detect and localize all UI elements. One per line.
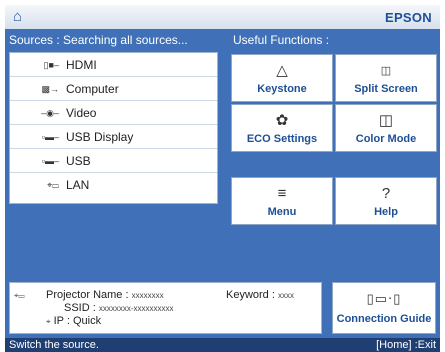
- projector-name-value: xxxxxxxx: [131, 291, 164, 300]
- main-panel: Sources : Searching all sources... Usefu…: [5, 29, 440, 338]
- source-label: USB: [66, 153, 91, 168]
- ssid-value: xxxxxxxx-xxxxxxxxxx: [98, 304, 174, 313]
- eco-settings-button[interactable]: ✿ ECO Settings: [231, 104, 333, 152]
- keyword-row: Keyword : xxxx: [226, 289, 294, 301]
- source-label: Computer: [66, 81, 119, 96]
- ip-value: Quick: [72, 315, 102, 327]
- projector-name-label: Projector Name :: [46, 289, 129, 301]
- ip-label: IP :: [53, 315, 70, 327]
- source-item-hdmi[interactable]: ▯■– HDMI: [10, 53, 217, 77]
- source-label: HDMI: [66, 57, 97, 72]
- projector-name-row: Projector Name : xxxxxxxx: [46, 289, 164, 301]
- sources-list: ▯■– HDMI ▩→ Computer –◉– Video ▫▬– USB D…: [9, 52, 218, 204]
- computer-port-icon: ▩→: [41, 83, 59, 94]
- exit-hint: [Home] :Exit: [376, 339, 436, 351]
- split-screen-button[interactable]: ◫ Split Screen: [335, 54, 437, 102]
- eco-leaf-icon: ✿: [275, 112, 289, 129]
- source-label: Video: [66, 105, 97, 120]
- connection-guide-icon: ▯▭⋅▯: [366, 291, 402, 306]
- source-label: USB Display: [66, 129, 134, 144]
- home-icon: ⌂: [13, 8, 23, 25]
- source-item-lan[interactable]: ⌖▭ LAN: [10, 173, 217, 197]
- color-mode-button[interactable]: ◫ Color Mode: [335, 104, 437, 152]
- source-label: LAN: [66, 178, 90, 192]
- help-button[interactable]: ? Help: [335, 177, 437, 225]
- title-bar: ⌂ EPSON: [5, 5, 440, 30]
- menu-icon: ≡: [277, 185, 287, 202]
- help-icon: ?: [381, 185, 391, 202]
- useful-functions-heading: Useful Functions :: [233, 33, 330, 47]
- keystone-button[interactable]: △ Keystone: [231, 54, 333, 102]
- status-hint: Switch the source.: [9, 339, 99, 351]
- color-mode-icon: ◫: [378, 112, 394, 129]
- connection-guide-button[interactable]: ▯▭⋅▯ Connection Guide: [332, 282, 436, 334]
- keystone-icon: △: [276, 62, 288, 79]
- split-screen-icon: ◫: [380, 65, 392, 77]
- projector-home-screen: ⌂ EPSON Sources : Searching all sources.…: [0, 0, 445, 352]
- lan-icon: ⌖▭: [47, 180, 59, 190]
- menu-button[interactable]: ≡ Menu: [231, 177, 333, 225]
- status-bar: Switch the source. [Home] :Exit: [5, 338, 440, 352]
- keyword-value: xxxx: [277, 291, 294, 300]
- network-info-panel: ⌖▭ Projector Name : xxxxxxxx SSID : xxxx…: [9, 282, 322, 334]
- source-item-computer[interactable]: ▩→ Computer: [10, 77, 217, 101]
- source-item-usb[interactable]: ▫▬– USB: [10, 149, 217, 173]
- usb-display-icon: ▫▬–: [41, 131, 59, 142]
- source-item-usb-display[interactable]: ▫▬– USB Display: [10, 125, 217, 149]
- usb-icon: ▫▬–: [41, 155, 59, 166]
- video-port-icon: –◉–: [41, 107, 59, 118]
- sources-heading: Sources : Searching all sources...: [9, 33, 188, 47]
- lan-icon: ⌖▭: [14, 291, 25, 300]
- source-item-video[interactable]: –◉– Video: [10, 101, 217, 125]
- ssid-label: SSID :: [64, 302, 96, 314]
- ssid-row: SSID : xxxxxxxx-xxxxxxxxxx: [64, 302, 174, 314]
- hdmi-icon: ▯■–: [43, 59, 59, 70]
- keyword-label: Keyword :: [226, 289, 275, 301]
- wireless-icon: ⌖: [46, 317, 51, 326]
- ip-row: ⌖ IP : Quick: [46, 315, 101, 327]
- brand-logo: EPSON: [384, 10, 432, 25]
